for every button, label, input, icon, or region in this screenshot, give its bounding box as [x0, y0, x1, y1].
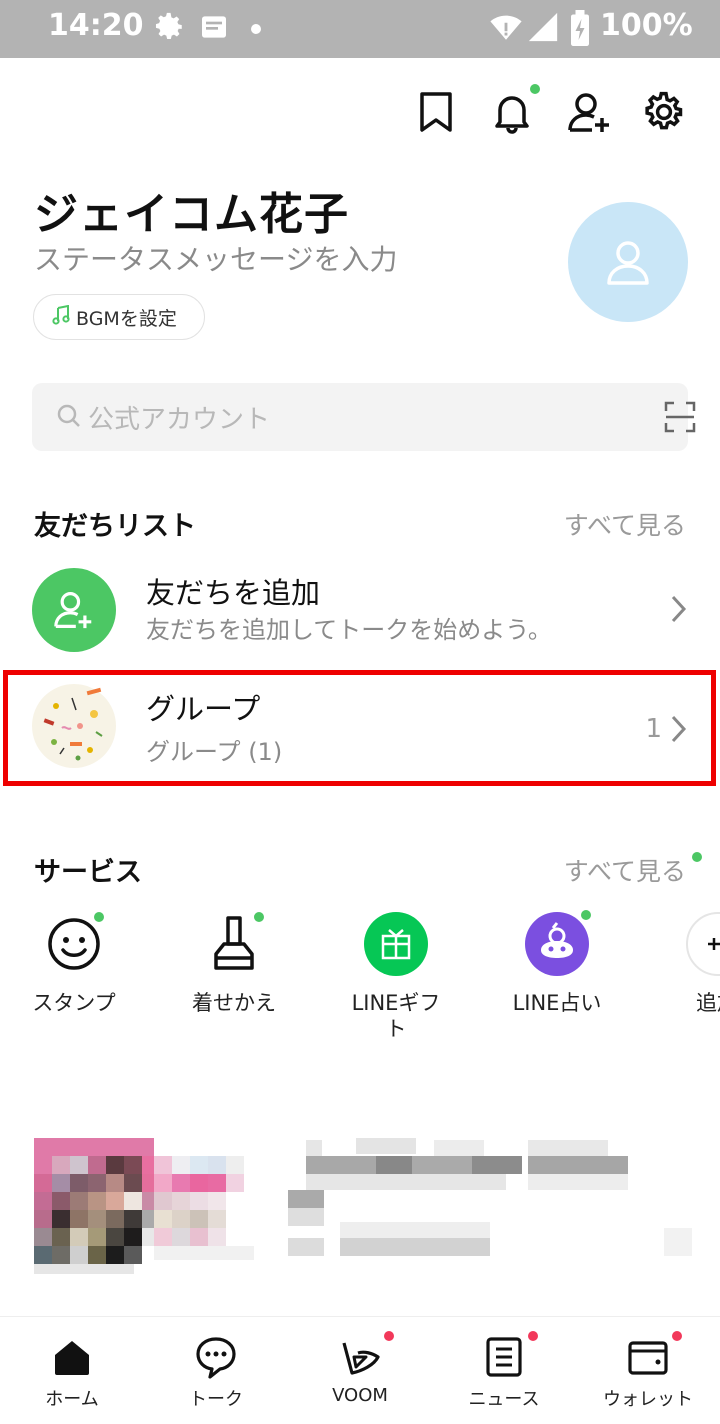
service-theme[interactable]: 着せかえ [159, 912, 309, 1016]
highlight-box [3, 670, 716, 786]
gift-icon [364, 912, 428, 976]
news-badge [528, 1331, 538, 1341]
fortune-new-badge [581, 910, 591, 920]
wallet-badge [672, 1331, 682, 1341]
default-avatar-icon [607, 241, 649, 285]
nav-label: ホーム [45, 1389, 99, 1410]
services-title: サービス [34, 857, 142, 888]
status-time: 14:20 [48, 8, 144, 43]
smiley-icon [42, 912, 106, 976]
nav-wallet[interactable]: ウォレット [576, 1317, 720, 1424]
profile-name[interactable]: ジェイコム花子 [34, 178, 349, 242]
theme-new-badge [254, 912, 264, 922]
services-see-all[interactable]: すべて見る [564, 852, 686, 888]
add-friend-row[interactable]: 友だちを追加 友だちを追加してトークを始めよう。 [0, 554, 720, 664]
add-friend-subtitle: 友だちを追加してトークを始めよう。 [146, 616, 552, 644]
add-friend-row-icon [54, 592, 92, 629]
add-friend-avatar [32, 568, 116, 652]
dot-status-icon [250, 20, 262, 39]
pixelated-banner-image [34, 1138, 692, 1274]
service-label: LINE占い [512, 991, 602, 1015]
service-gift[interactable]: LINEギフ ト [321, 912, 471, 1042]
stamp-new-badge [94, 912, 104, 922]
news-icon [482, 1331, 538, 1379]
message-status-icon [198, 10, 230, 48]
brush-icon [202, 912, 266, 976]
status-bar: 14:20 100% [0, 0, 720, 58]
battery-percent: 100% [600, 8, 693, 43]
nav-label: ウォレット [603, 1389, 693, 1410]
chevron-right-icon [670, 594, 688, 628]
bgm-button[interactable]: BGMを設定 [33, 294, 205, 340]
bookmark-icon[interactable] [414, 90, 458, 134]
search-placeholder: 公式アカウント [88, 405, 271, 435]
service-label: スタンプ [32, 991, 116, 1015]
nav-news[interactable]: ニュース [432, 1317, 576, 1424]
search-input[interactable]: 公式アカウント [32, 383, 696, 451]
notification-bell-icon[interactable] [490, 84, 540, 134]
plus-icon [640, 912, 720, 976]
signal-status-icon [526, 10, 560, 48]
service-fortune[interactable]: LINE占い [482, 910, 632, 1016]
service-label: 追加 [696, 991, 720, 1015]
friend-list-see-all[interactable]: すべて見る [564, 506, 686, 542]
settings-status-icon [152, 10, 186, 48]
service-label: 着せかえ [192, 991, 276, 1015]
nav-voom[interactable]: VOOM [288, 1317, 432, 1424]
friend-list-title: 友だちリスト [34, 511, 196, 542]
wifi-status-icon [488, 10, 524, 48]
nav-home[interactable]: ホーム [0, 1317, 144, 1424]
service-label: LINEギフ ト [351, 991, 441, 1041]
status-message-field[interactable]: ステータスメッセージを入力 [34, 238, 397, 278]
bottom-navigation: ホーム トーク VOOM ニュース ウォレット [0, 1316, 720, 1424]
service-add[interactable]: 追加 [640, 912, 720, 1016]
home-icon [50, 1335, 94, 1379]
chat-icon [194, 1335, 238, 1379]
wallet-icon [626, 1331, 682, 1379]
settings-gear-icon[interactable] [642, 90, 686, 134]
nav-label: VOOM [332, 1385, 388, 1406]
voom-badge [384, 1331, 394, 1341]
search-icon [56, 403, 82, 433]
service-stamp[interactable]: スタンプ [0, 912, 149, 1016]
profile-avatar[interactable] [568, 202, 688, 322]
voom-icon [338, 1331, 394, 1379]
nav-label: ニュース [468, 1389, 540, 1410]
notification-badge [530, 84, 540, 94]
music-note-icon [52, 304, 70, 330]
services-new-badge [692, 852, 702, 862]
nav-talk[interactable]: トーク [144, 1317, 288, 1424]
nav-label: トーク [189, 1389, 243, 1410]
battery-status-icon [568, 10, 592, 50]
ad-banner[interactable] [34, 1138, 694, 1282]
bgm-label: BGMを設定 [76, 307, 177, 330]
qr-scan-icon[interactable] [664, 401, 696, 437]
add-friend-icon[interactable] [566, 90, 610, 134]
add-friend-title: 友だちを追加 [146, 576, 321, 610]
fortune-icon [525, 910, 591, 976]
